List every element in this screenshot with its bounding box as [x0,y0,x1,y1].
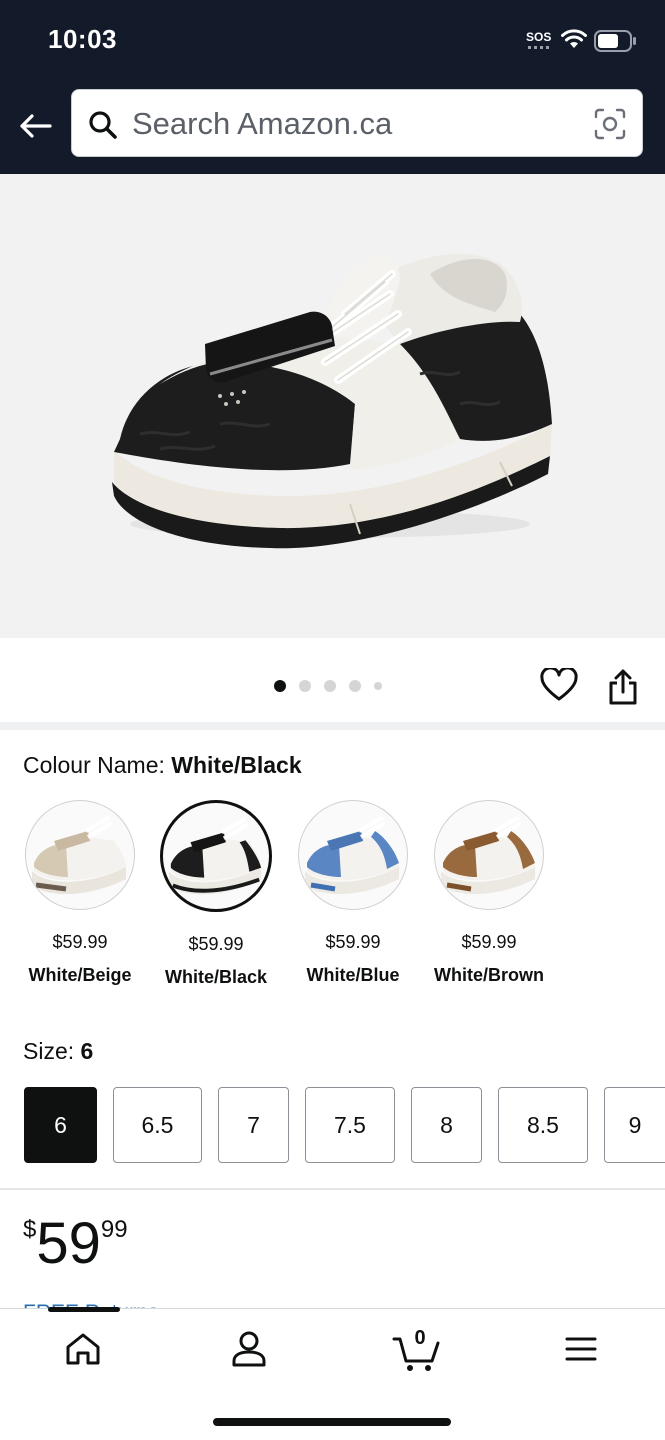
size-option-6-5[interactable]: 6.5 [113,1087,202,1163]
cart-button[interactable]: 0 [392,1327,442,1373]
pagination-dot[interactable] [324,680,336,692]
pagination-dot[interactable] [299,680,311,692]
size-option-6[interactable]: 6 [24,1087,97,1163]
app-header: 10:03 SOS [0,0,665,174]
back-arrow-icon[interactable] [18,108,54,144]
cart-icon [392,1337,440,1371]
size-option-8-5[interactable]: 8.5 [498,1087,588,1163]
shoe-thumbnail-icon [305,815,399,895]
product-price: $5999 [23,1212,128,1276]
swatch-price: $59.99 [188,934,244,954]
swatch-image [160,800,272,912]
home-icon[interactable] [64,1331,102,1367]
swatch-price: $59.99 [325,932,381,952]
colour-label-text: Colour Name: [23,752,165,778]
swatch-price: $59.99 [52,932,108,952]
price-whole: 59 [36,1211,101,1276]
swatch-image [25,800,135,910]
gallery-pagination[interactable] [274,680,382,692]
pagination-dot[interactable] [374,682,382,690]
colour-swatch-white-blue[interactable]: $59.99 White/Blue [285,800,421,986]
sos-indicator: SOS [526,30,552,44]
account-icon[interactable] [230,1329,268,1369]
size-option-7-5[interactable]: 7.5 [305,1087,395,1163]
size-label: Size: 6 [23,1038,93,1065]
battery-icon [594,30,636,52]
swatch-image [298,800,408,910]
colour-swatch-white-brown[interactable]: $59.99 White/Brown [421,800,557,986]
size-option-9[interactable]: 9 [604,1087,665,1163]
price-fraction: 99 [100,1216,128,1243]
share-icon[interactable] [606,668,640,706]
search-bar[interactable] [71,89,643,157]
size-option-7[interactable]: 7 [218,1087,289,1163]
gallery-controls [0,638,665,722]
pagination-dot[interactable] [274,680,286,692]
swatch-name: White/Black [164,967,268,987]
swatch-name: White/Beige [28,965,132,985]
shoe-thumbnail-icon [32,815,126,895]
menu-icon[interactable] [564,1335,598,1363]
search-input[interactable] [132,104,572,144]
wifi-icon [561,29,587,48]
product-image [112,254,552,549]
signal-icon [528,46,550,49]
camera-lens-icon[interactable] [594,108,626,140]
colour-swatch-white-black[interactable]: $59.99 White/Black [148,800,284,988]
heart-icon[interactable] [540,668,578,702]
colour-selected-value: White/Black [171,752,302,778]
size-selected-value: 6 [80,1038,94,1064]
pagination-dot[interactable] [349,680,361,692]
status-time: 10:03 [48,24,117,54]
search-icon [89,111,117,139]
colour-swatch-white-beige[interactable]: $59.99 White/Beige [12,800,148,986]
home-indicator [213,1418,451,1426]
section-divider [0,722,665,730]
section-divider [0,1188,665,1190]
swatch-name: White/Blue [306,965,400,985]
shoe-thumbnail-icon [441,815,535,895]
swatch-price: $59.99 [461,932,517,952]
swatch-image [434,800,544,910]
product-image-gallery[interactable] [0,174,665,638]
price-currency: $ [23,1216,37,1243]
size-label-text: Size: [23,1038,75,1064]
swatch-name: White/Brown [434,965,544,985]
colour-name-label: Colour Name: White/Black [23,752,302,779]
active-tab-indicator [48,1307,120,1312]
shoe-thumbnail-icon [168,817,262,895]
size-option-8[interactable]: 8 [411,1087,482,1163]
